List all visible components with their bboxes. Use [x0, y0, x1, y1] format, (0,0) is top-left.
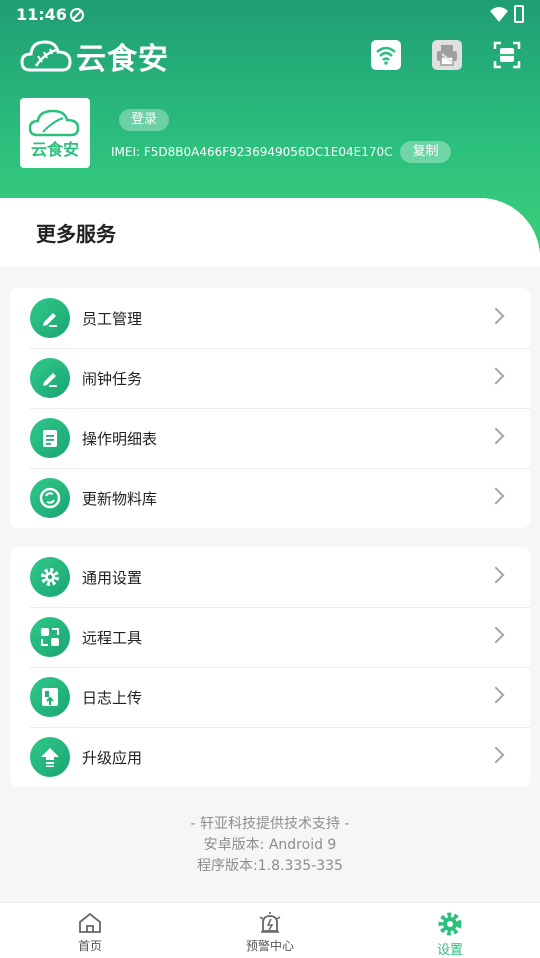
tab-alerts-label: 预警中心 [245, 939, 294, 953]
menu-item-label: 更新物料库 [82, 489, 158, 508]
app-logo-icon: 云食安 [28, 109, 80, 159]
menu-card-2: 通用设置 远程工具 日志上传 升级应用 [10, 547, 530, 787]
menu-item-label: 日志上传 [82, 688, 143, 707]
printer-icon [437, 45, 457, 66]
menu-card-1: 员工管理 闹钟任务 操作明细表 更新物料库 [10, 288, 530, 528]
scan-button[interactable] [492, 40, 522, 70]
login-button[interactable]: 登录 [119, 109, 170, 131]
menu-item-label: 升级应用 [82, 748, 143, 767]
pencil-icon [30, 298, 70, 338]
menu-item-general-settings[interactable]: 通用设置 [10, 547, 530, 607]
upgrade-icon [30, 737, 70, 777]
tab-alerts[interactable]: 预警中心 [180, 903, 360, 958]
chevron-right-icon [487, 626, 505, 644]
menu-item-upgrade-app[interactable]: 升级应用 [10, 727, 530, 787]
menu-item-log-upload[interactable]: 日志上传 [10, 667, 530, 727]
menu-item-update-materials[interactable]: 更新物料库 [10, 468, 530, 528]
menu-item-label: 员工管理 [82, 309, 143, 328]
chevron-right-icon [487, 566, 505, 584]
chevron-right-icon [487, 307, 505, 325]
imei-row: IMEI: F5D8B0A466F9236949056DC1E04E170C 复… [111, 141, 451, 163]
menu-item-operation-details[interactable]: 操作明细表 [10, 408, 530, 468]
avatar[interactable]: 云食安 [20, 98, 90, 168]
avatar-logo-text: 云食安 [31, 140, 79, 159]
home-icon [79, 912, 101, 933]
menu-item-label: 通用设置 [82, 568, 143, 587]
pencil-icon [30, 358, 70, 398]
menu-item-remote-tools[interactable]: 远程工具 [10, 607, 530, 667]
footer-info: - 轩亚科技提供技术支持 - 安卓版本: Android 9 程序版本:1.8.… [0, 814, 540, 877]
footer-android-version: 安卓版本: Android 9 [203, 837, 337, 853]
tab-home[interactable]: 首页 [0, 903, 180, 958]
copy-button[interactable]: 复制 [400, 141, 451, 163]
menu-item-label: 操作明细表 [82, 429, 158, 448]
brand: 云食安 [20, 36, 169, 77]
cloud-logo-icon [20, 40, 72, 72]
tab-home-label: 首页 [77, 939, 102, 953]
status-time: 11:46 [16, 5, 67, 24]
gear-icon [438, 912, 462, 936]
menu-item-label: 远程工具 [82, 628, 143, 647]
chevron-right-icon [487, 487, 505, 505]
notification-icon [70, 8, 84, 22]
gear-icon [30, 557, 70, 597]
chevron-right-icon [487, 746, 505, 764]
scan-icon [493, 41, 521, 69]
menu-item-label: 闹钟任务 [82, 369, 143, 388]
chevron-right-icon [487, 367, 505, 385]
menu-item-staff-management[interactable]: 员工管理 [10, 288, 530, 348]
remote-tool-icon [30, 617, 70, 657]
footer-app-version: 程序版本:1.8.335-335 [197, 858, 343, 874]
tab-settings-label: 设置 [436, 943, 463, 958]
panel-header: 更多服务 [0, 198, 540, 267]
brand-name: 云食安 [76, 42, 169, 77]
imei-text: IMEI: F5D8B0A466F9236949056DC1E04E170C [111, 145, 393, 159]
log-upload-icon [30, 677, 70, 717]
notepad-icon [30, 418, 70, 458]
section-title: 更多服务 [36, 222, 116, 246]
printer-button[interactable] [432, 40, 462, 70]
status-bar: 11:46 [0, 0, 540, 30]
battery-icon [514, 5, 524, 23]
bottom-tab-bar: 首页 预警中心 设置 [0, 902, 540, 958]
chevron-right-icon [487, 427, 505, 445]
menu-item-alarm-tasks[interactable]: 闹钟任务 [10, 348, 530, 408]
wifi-signal-icon [490, 7, 508, 22]
wifi-settings-button[interactable] [371, 40, 401, 70]
footer-support: - 轩亚科技提供技术支持 - [190, 816, 350, 832]
tab-settings[interactable]: 设置 [360, 903, 540, 958]
refresh-icon [30, 478, 70, 518]
wifi-icon [376, 46, 396, 65]
chevron-right-icon [487, 686, 505, 704]
alarm-icon [259, 912, 281, 933]
